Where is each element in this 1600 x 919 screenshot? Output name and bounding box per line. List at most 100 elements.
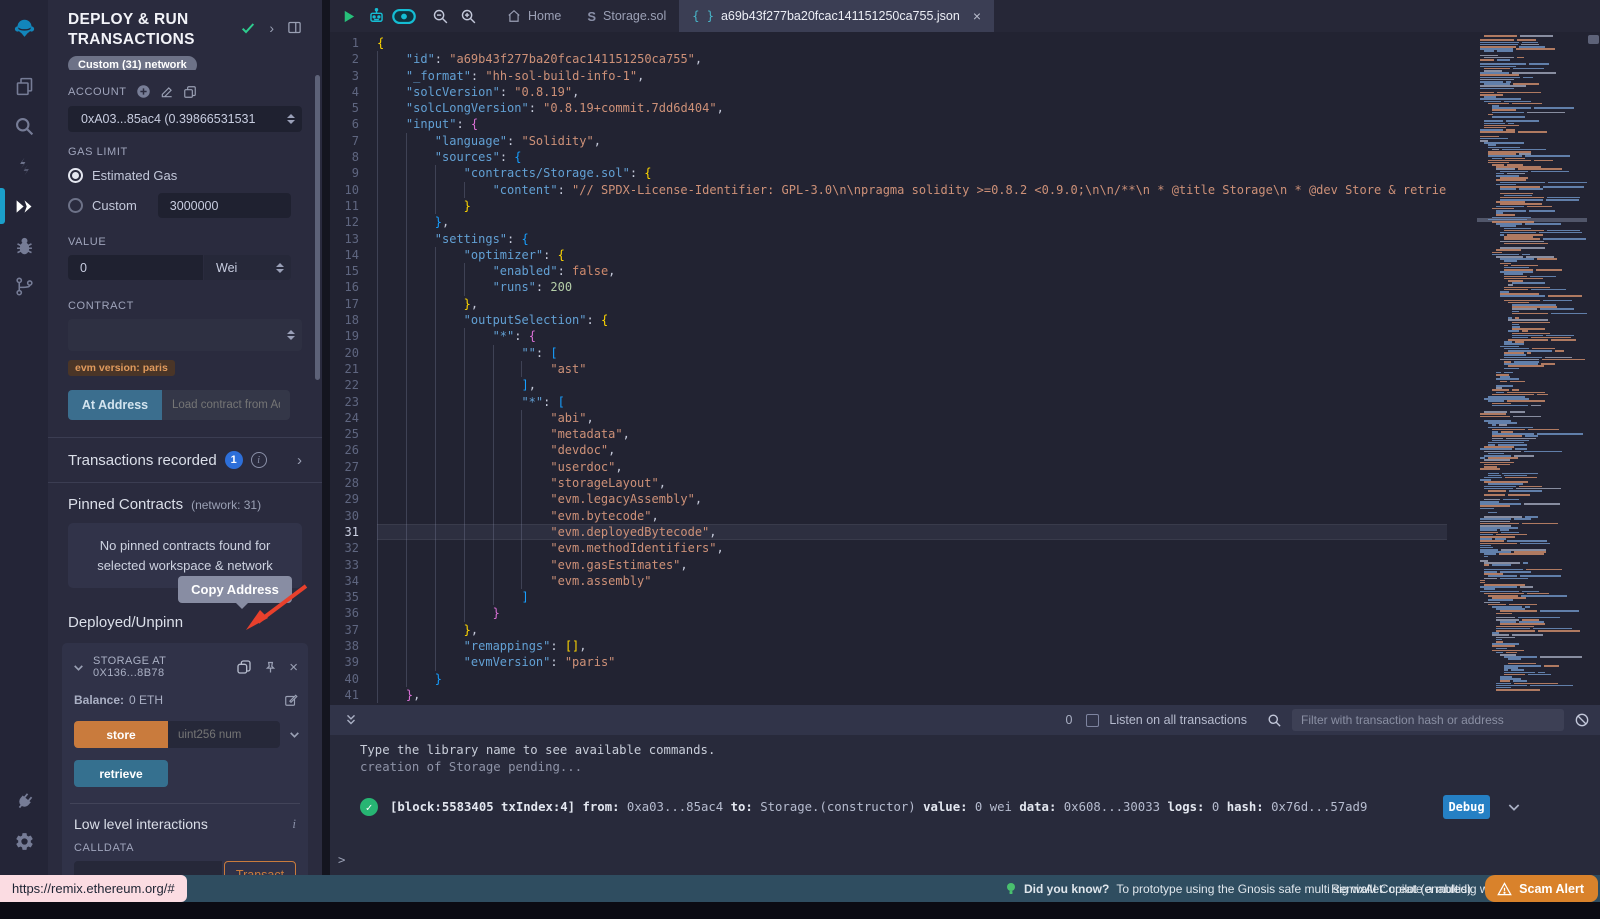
debug-button[interactable]: Debug [1443, 795, 1490, 819]
copy-account-icon[interactable] [183, 85, 197, 99]
code-line[interactable]: 33"evm.gasEstimates", [330, 557, 1447, 573]
tab-home[interactable]: Home [494, 0, 574, 32]
store-function-button[interactable]: store [74, 721, 168, 748]
code-line[interactable]: 37}, [330, 622, 1447, 638]
debugger-icon[interactable] [0, 226, 48, 266]
code-line[interactable]: 2"id": "a69b43f277ba20fcac141151250ca755… [330, 51, 1447, 67]
add-account-icon[interactable] [136, 84, 151, 99]
expand-panel-chevron-icon[interactable]: › [269, 20, 274, 36]
chevron-right-icon[interactable]: › [297, 452, 302, 469]
code-line[interactable]: 13"settings": { [330, 231, 1447, 247]
custom-gas-radio[interactable] [68, 198, 83, 213]
code-line[interactable]: 4"solcVersion": "0.8.19", [330, 84, 1447, 100]
code-line[interactable]: 34"evm.assembly" [330, 573, 1447, 589]
code-line[interactable]: 27"userdoc", [330, 459, 1447, 475]
store-argument-input[interactable] [168, 721, 280, 748]
code-line[interactable]: 17}, [330, 296, 1447, 312]
clear-filter-ban-icon[interactable] [1574, 712, 1590, 728]
zoom-out-icon[interactable] [426, 0, 454, 32]
pin-panel-icon[interactable] [287, 20, 302, 35]
code-line[interactable]: 29"evm.legacyAssembly", [330, 491, 1447, 507]
copilot-status[interactable]: RemixAI Copilot (enabled) [1331, 882, 1471, 896]
code-line[interactable]: 11} [330, 198, 1447, 214]
calldata-input[interactable] [74, 861, 222, 875]
code-line[interactable]: 9"contracts/Storage.sol": { [330, 165, 1447, 181]
settings-gear-icon[interactable] [0, 821, 48, 861]
contract-select[interactable] [68, 319, 302, 351]
code-line[interactable]: 30"evm.bytecode", [330, 508, 1447, 524]
code-line[interactable]: 41}, [330, 687, 1447, 703]
code-line[interactable]: 38"remappings": [], [330, 638, 1447, 654]
file-explorer-icon[interactable] [0, 66, 48, 106]
code-line[interactable]: 23"*": [ [330, 394, 1447, 410]
remix-logo-icon[interactable] [0, 8, 48, 48]
terminal-prompt[interactable]: > [338, 853, 345, 867]
info-icon[interactable]: i [292, 816, 296, 832]
zoom-in-icon[interactable] [454, 0, 482, 32]
minimap[interactable] [1477, 35, 1587, 703]
code-line[interactable]: 35] [330, 589, 1447, 605]
edit-balance-icon[interactable] [284, 693, 298, 707]
transactions-recorded-row[interactable]: Transactions recorded 1 i › [48, 438, 322, 482]
code-line[interactable]: 22], [330, 377, 1447, 393]
transaction-log-row[interactable]: ✓ [block:5583405 txIndex:4] from: 0xa03.… [360, 795, 1600, 819]
code-line[interactable]: 39"evmVersion": "paris" [330, 654, 1447, 670]
account-stepper[interactable] [287, 114, 295, 124]
custom-gas-input[interactable] [158, 193, 291, 218]
close-tab-icon[interactable]: × [973, 8, 981, 24]
code-line[interactable]: 19"*": { [330, 328, 1447, 344]
terminal-header[interactable]: 0 Listen on all transactions [330, 705, 1600, 735]
terminal-output[interactable]: Type the library name to see available c… [330, 735, 1600, 875]
load-contract-address-input[interactable] [162, 390, 290, 420]
listen-transactions-checkbox[interactable] [1086, 714, 1099, 727]
value-input[interactable] [68, 255, 203, 280]
run-script-play-icon[interactable] [334, 0, 362, 32]
plugin-manager-icon[interactable] [0, 781, 48, 821]
code-line[interactable]: 6"input": { [330, 116, 1447, 132]
code-line[interactable]: 20"": [ [330, 345, 1447, 361]
code-line[interactable]: 5"solcLongVersion": "0.8.19+commit.7dd6d… [330, 100, 1447, 116]
code-line[interactable]: 32"evm.methodIdentifiers", [330, 540, 1447, 556]
expand-tx-chevron-icon[interactable] [1506, 799, 1522, 815]
account-select[interactable]: 0xA03...85ac4 (0.39866531531 [68, 106, 302, 132]
code-line[interactable]: 10"content": "// SPDX-License-Identifier… [330, 182, 1447, 198]
code-line[interactable]: 12}, [330, 214, 1447, 230]
code-line[interactable]: 28"storageLayout", [330, 475, 1447, 491]
code-line[interactable]: 1{ [330, 35, 1447, 51]
pin-contract-icon[interactable] [263, 660, 278, 675]
scam-alert-badge[interactable]: Scam Alert [1485, 875, 1598, 902]
ai-assistant-robot-icon[interactable] [362, 0, 390, 32]
value-unit-stepper[interactable] [276, 263, 284, 273]
code-line[interactable]: 8"sources": { [330, 149, 1447, 165]
code-line[interactable]: 36} [330, 605, 1447, 621]
code-line[interactable]: 31"evm.deployedBytecode", [330, 524, 1447, 540]
code-line[interactable]: 40} [330, 671, 1447, 687]
code-line[interactable]: 15"enabled": false, [330, 263, 1447, 279]
transaction-filter-input[interactable] [1292, 709, 1564, 731]
search-icon[interactable] [0, 106, 48, 146]
at-address-button[interactable]: At Address [68, 390, 162, 420]
code-line[interactable]: 14"optimizer": { [330, 247, 1447, 263]
copilot-toggle-icon[interactable] [390, 0, 418, 32]
transact-button[interactable]: Transact [224, 861, 296, 875]
contract-stepper[interactable] [287, 330, 295, 340]
editor-scrollbar[interactable] [1588, 32, 1599, 700]
value-unit-select[interactable]: Wei [204, 255, 291, 280]
code-line[interactable]: 7"language": "Solidity", [330, 133, 1447, 149]
retrieve-function-button[interactable]: retrieve [74, 760, 168, 787]
tab-storage-sol[interactable]: S Storage.sol [574, 0, 679, 32]
code-line[interactable]: 16"runs": 200 [330, 279, 1447, 295]
expand-args-chevron-icon[interactable] [288, 728, 301, 741]
collapse-terminal-icon[interactable] [344, 713, 358, 727]
code-line[interactable]: 21"ast" [330, 361, 1447, 377]
code-line[interactable]: 26"devdoc", [330, 442, 1447, 458]
edit-account-icon[interactable] [160, 85, 174, 99]
tab-build-info-json[interactable]: { } a69b43f277ba20fcac141151250ca755.jso… [679, 0, 994, 32]
code-line[interactable]: 18"outputSelection": { [330, 312, 1447, 328]
copy-address-icon[interactable] [236, 659, 252, 675]
code-line[interactable]: 24"abi", [330, 410, 1447, 426]
git-branch-icon[interactable] [0, 266, 48, 306]
panel-scrollbar[interactable] [315, 75, 320, 380]
solidity-compiler-icon[interactable] [0, 146, 48, 186]
estimated-gas-radio[interactable] [68, 168, 83, 183]
